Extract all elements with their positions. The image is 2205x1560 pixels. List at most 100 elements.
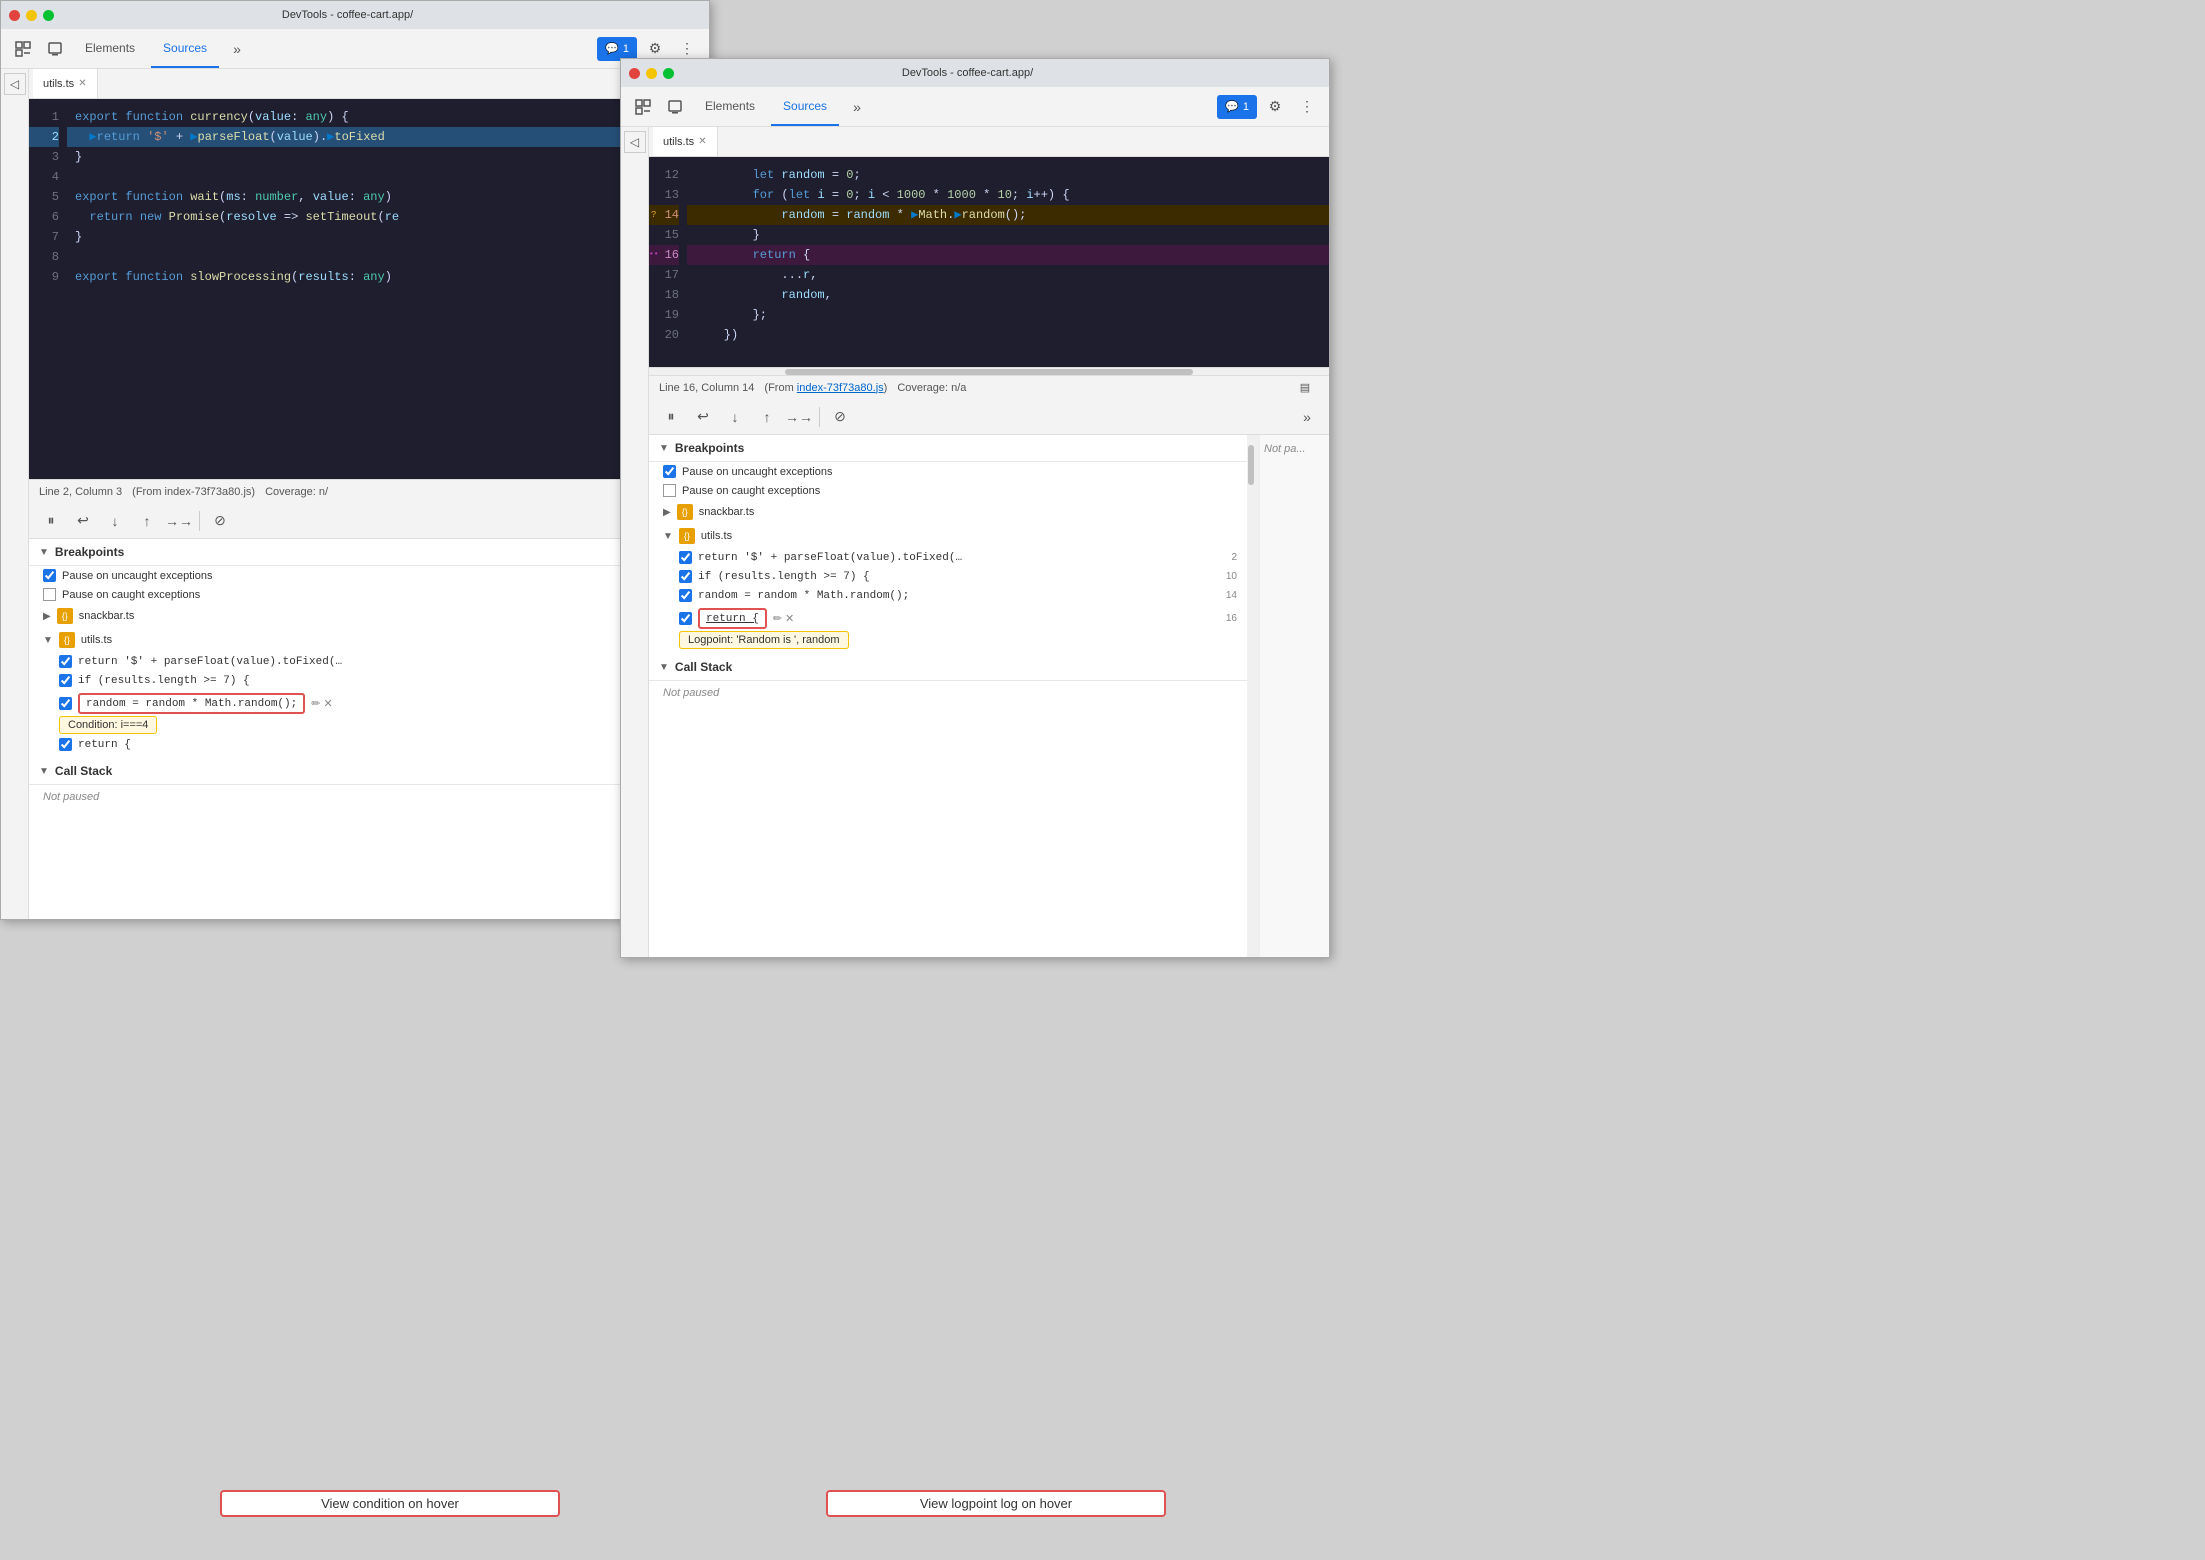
snackbar-name-1: snackbar.ts [79,610,135,622]
code-content-2: let random = 0; for (let i = 0; i < 1000… [687,157,1329,367]
status-bar-1: Line 2, Column 3 (From index-73f73a80.js… [29,479,709,503]
bp-checkbox-16-1[interactable] [59,738,72,751]
tab-elements-2[interactable]: Elements [693,87,767,126]
file-tabbar-1: utils.ts ✕ [29,69,709,99]
code-editor-1[interactable]: 1 2 3 4 5 6 7 8 9 export function curren… [29,99,709,479]
pause-caught-cb-2[interactable] [663,484,676,497]
file-group-snackbar-1[interactable]: ▶ {} snackbar.ts [29,604,709,628]
continue-btn-1[interactable]: →→ [167,509,191,533]
not-paused-2: Not paused [649,681,1247,705]
file-tab-utils-2[interactable]: utils.ts ✕ [653,127,718,156]
bp-edit-icon-2[interactable]: ✏ [773,612,782,625]
more-debug-btn-2[interactable]: » [1295,405,1319,429]
bp-checkbox-2-1[interactable] [59,655,72,668]
settings-icon-2[interactable]: ⚙ [1261,93,1289,121]
pause-uncaught-cb-2[interactable] [663,465,676,478]
breakpoints-header-1[interactable]: ▼ Breakpoints [29,539,709,566]
coverage-2: Coverage: n/a [897,382,966,394]
bp-cb-16-2[interactable] [679,612,692,625]
pause-uncaught-checkbox-1[interactable] [43,569,56,582]
step-into-btn-1[interactable]: ↓ [103,509,127,533]
h-scrollbar-2[interactable] [649,367,1329,375]
sidebar-toggle-area: ◁ [1,69,29,919]
pause-caught-checkbox-1[interactable] [43,588,56,601]
file-tab-close-1[interactable]: ✕ [78,78,86,89]
close-button-1[interactable] [9,10,20,21]
devtools-window-2: DevTools - coffee-cart.app/ Elements Sou… [620,58,1330,958]
call-stack-header-1[interactable]: ▼ Call Stack [29,758,709,785]
snackbar-icon-1: {} [57,608,73,624]
step-into-btn-2[interactable]: ↓ [723,405,747,429]
bp-chevron-2: ▼ [659,443,669,454]
bp-delete-icon-2[interactable]: ✕ [785,612,794,625]
bp-delete-icon-1[interactable]: ✕ [323,697,332,710]
device-toggle-icon[interactable] [41,35,69,63]
more-tabs-icon-1[interactable]: » [223,35,251,63]
deactivate-btn-1[interactable]: ⊘ [208,509,232,533]
step-over-btn-2[interactable]: ↩ [691,405,715,429]
debug-toolbar-2: ⏸ ↩ ↓ ↑ →→ ⊘ » [649,399,1329,435]
snackbar-icon-2: {} [677,504,693,520]
minimize-button-1[interactable] [26,10,37,21]
comment-button-1[interactable]: 💬 1 [597,37,637,61]
file-tab-utils-1[interactable]: utils.ts ✕ [33,69,98,98]
bp-edit-16-2: ✏ ✕ [773,612,794,625]
call-stack-header-2[interactable]: ▼ Call Stack [649,654,1247,681]
pause-uncaught-item-2: Pause on uncaught exceptions [649,462,1247,481]
file-group-utils-1[interactable]: ▼ {} utils.ts [29,628,709,652]
continue-btn-2[interactable]: →→ [787,405,811,429]
bp-checkbox-10-1[interactable] [59,674,72,687]
bp-item-16-2: return { ✏ ✕ 16 [649,605,1247,632]
sidebar-toggle-1[interactable]: ◁ [4,73,26,95]
maximize-button-2[interactable] [663,68,674,79]
sidebar-toggle-2[interactable]: ◁ [624,131,646,153]
tab-sources-1[interactable]: Sources [151,29,219,68]
file-tabbar-2: utils.ts ✕ [649,127,1329,157]
maximize-button-1[interactable] [43,10,54,21]
source-map-link-2[interactable]: index-73f73a80.js [797,382,884,394]
bp-condition-box-14-1: random = random * Math.random(); [78,693,305,714]
main-toolbar-1: Elements Sources » 💬 1 ⚙ ⋮ [1,29,709,69]
v-scrollbar-2[interactable] [1247,435,1259,957]
devtools-window-1: DevTools - coffee-cart.app/ Elements Sou… [0,0,710,920]
coverage-collapse-btn[interactable]: ▤ [1291,374,1319,402]
tab-elements-1[interactable]: Elements [73,29,147,68]
not-paused-side-2: Not pa... [1259,435,1329,957]
debug-sep-1 [199,511,200,531]
window-title-2: DevTools - coffee-cart.app/ [674,67,1261,79]
deactivate-btn-2[interactable]: ⊘ [828,405,852,429]
window-controls-2 [629,68,674,79]
bp-cb-10-2[interactable] [679,570,692,583]
comment-button-2[interactable]: 💬 1 [1217,95,1257,119]
bp-edit-icon-1[interactable]: ✏ [311,697,320,710]
step-over-btn-1[interactable]: ↩ [71,509,95,533]
device-toggle-icon-2[interactable] [661,93,689,121]
comment-icon-1: 💬 [605,42,619,55]
utils-chevron-1: ▼ [43,635,53,646]
devtools-mode-icon[interactable] [9,35,37,63]
minimize-button-2[interactable] [646,68,657,79]
step-out-btn-2[interactable]: ↑ [755,405,779,429]
utils-name-1: utils.ts [81,634,112,646]
breakpoints-header-2[interactable]: ▼ Breakpoints [649,435,1247,462]
more-vert-icon-2[interactable]: ⋮ [1293,93,1321,121]
close-button-2[interactable] [629,68,640,79]
tab-sources-2[interactable]: Sources [771,87,839,126]
code-editor-2[interactable]: 12 13 ?14 15 ••16 17 18 19 20 let random… [649,157,1329,367]
bp-cb-14-2[interactable] [679,589,692,602]
bp-item-16-1: return { 16 [29,735,709,754]
pause-btn-1[interactable]: ⏸ [39,509,63,533]
bp-cb-2-2[interactable] [679,551,692,564]
file-tab-close-2[interactable]: ✕ [698,136,706,147]
titlebar-2: DevTools - coffee-cart.app/ [621,59,1329,87]
bp-checkbox-14-1[interactable] [59,697,72,710]
file-group-snackbar-2[interactable]: ▶ {} snackbar.ts [649,500,1247,524]
pause-btn-2[interactable]: ⏸ [659,405,683,429]
line-numbers-1: 1 2 3 4 5 6 7 8 9 [29,99,67,479]
source-map-2: (From index-73f73a80.js) [764,382,887,394]
step-out-btn-1[interactable]: ↑ [135,509,159,533]
more-tabs-icon-2[interactable]: » [843,93,871,121]
file-group-utils-2[interactable]: ▼ {} utils.ts [649,524,1247,548]
snackbar-chevron-1: ▶ [43,611,51,622]
devtools-mode-icon-2[interactable] [629,93,657,121]
